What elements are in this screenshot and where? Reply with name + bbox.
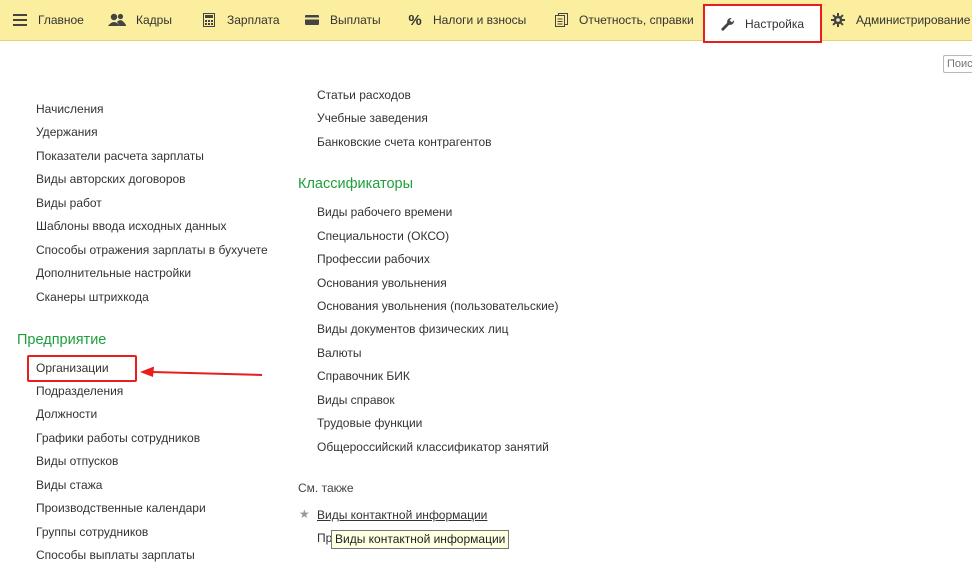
link-work-schedules[interactable]: Графики работы сотрудников xyxy=(36,431,200,445)
nav-item-label: Зарплата xyxy=(227,13,280,27)
nav-item-label: Выплаты xyxy=(330,13,381,27)
nav-item-salary[interactable]: Зарплата xyxy=(201,0,280,40)
section-title-classifiers: Классификаторы xyxy=(298,176,414,192)
link-contact-info-types[interactable]: Виды контактной информации xyxy=(317,508,487,522)
link-deductions[interactable]: Удержания xyxy=(36,125,98,139)
percent-icon: % xyxy=(408,11,422,29)
link-certificate-types[interactable]: Виды справок xyxy=(317,393,395,407)
link-bik-directory[interactable]: Справочник БИК xyxy=(317,369,410,383)
nav-item-label: Главное xyxy=(38,13,84,27)
link-positions[interactable]: Должности xyxy=(36,407,97,421)
search-input[interactable] xyxy=(943,55,972,73)
nav-item-label: Кадры xyxy=(136,13,172,27)
link-experience-types[interactable]: Виды стажа xyxy=(36,478,102,492)
link-currencies[interactable]: Валюты xyxy=(317,346,362,360)
reports-icon xyxy=(553,12,569,28)
link-accruals[interactable]: Начисления xyxy=(36,102,104,116)
nav-item-hr[interactable]: Кадры xyxy=(108,0,172,40)
nav-item-main[interactable]: Главное xyxy=(12,0,84,40)
nav-item-payments[interactable]: Выплаты xyxy=(304,0,381,40)
link-labor-functions[interactable]: Трудовые функции xyxy=(317,416,422,430)
link-identity-document-types[interactable]: Виды документов физических лиц xyxy=(317,322,508,336)
link-dismissal-grounds-custom[interactable]: Основания увольнения (пользовательские) xyxy=(317,299,558,313)
star-icon[interactable]: ★ xyxy=(299,507,310,521)
tooltip: Виды контактной информации xyxy=(331,530,510,549)
link-author-contract-types[interactable]: Виды авторских договоров xyxy=(36,172,186,186)
link-specialties-okso[interactable]: Специальности (ОКСО) xyxy=(317,229,449,243)
top-navigation-bar: Главное Кадры Зарплата Выплаты % Налоги … xyxy=(0,0,972,43)
nav-item-label: Администрирование xyxy=(856,13,971,27)
link-additional-settings[interactable]: Дополнительные настройки xyxy=(36,266,191,280)
nav-item-label: Налоги и взносы xyxy=(433,13,527,27)
card-icon xyxy=(304,12,320,28)
calculator-icon xyxy=(201,12,217,28)
link-occupations-classifier[interactable]: Общероссийский классификатор занятий xyxy=(317,440,549,454)
nav-item-label: Настройка xyxy=(745,16,805,31)
wrench-icon xyxy=(721,16,735,32)
link-expense-items[interactable]: Статьи расходов xyxy=(317,88,411,102)
link-salary-indicators[interactable]: Показатели расчета зарплаты xyxy=(36,149,204,163)
link-dismissal-grounds[interactable]: Основания увольнения xyxy=(317,276,447,290)
nav-item-administration[interactable]: Администрирование xyxy=(830,0,970,40)
see-also-heading: См. также xyxy=(298,481,354,495)
link-salary-accounting-methods[interactable]: Способы отражения зарплаты в бухучете xyxy=(36,243,268,257)
link-counterparty-bank-accounts[interactable]: Банковские счета контрагентов xyxy=(317,135,492,149)
link-organizations[interactable]: Организации xyxy=(36,361,109,375)
link-salary-payment-methods[interactable]: Способы выплаты зарплаты xyxy=(36,548,195,562)
link-educational-institutions[interactable]: Учебные заведения xyxy=(317,111,428,125)
section-title-enterprise: Предприятие xyxy=(17,332,107,348)
menu-icon xyxy=(12,12,28,28)
link-work-types[interactable]: Виды работ xyxy=(36,196,102,210)
people-icon xyxy=(108,12,126,28)
nav-item-label: Отчетность, справки xyxy=(579,13,694,27)
link-input-templates[interactable]: Шаблоны ввода исходных данных xyxy=(36,219,227,233)
link-vacation-types[interactable]: Виды отпусков xyxy=(36,454,118,468)
link-production-calendars[interactable]: Производственные календари xyxy=(36,501,206,515)
nav-item-reports[interactable]: Отчетность, справки xyxy=(553,0,694,40)
nav-item-settings[interactable]: Настройка xyxy=(703,4,822,43)
link-worker-professions[interactable]: Профессии рабочих xyxy=(317,252,430,266)
link-departments[interactable]: Подразделения xyxy=(36,384,123,398)
link-employee-groups[interactable]: Группы сотрудников xyxy=(36,525,148,539)
nav-item-taxes[interactable]: % Налоги и взносы xyxy=(407,0,526,40)
annotation-arrow xyxy=(140,366,263,377)
link-work-time-types[interactable]: Виды рабочего времени xyxy=(317,205,452,219)
gear-icon xyxy=(830,12,846,28)
link-barcode-scanners[interactable]: Сканеры штрихкода xyxy=(36,290,149,304)
